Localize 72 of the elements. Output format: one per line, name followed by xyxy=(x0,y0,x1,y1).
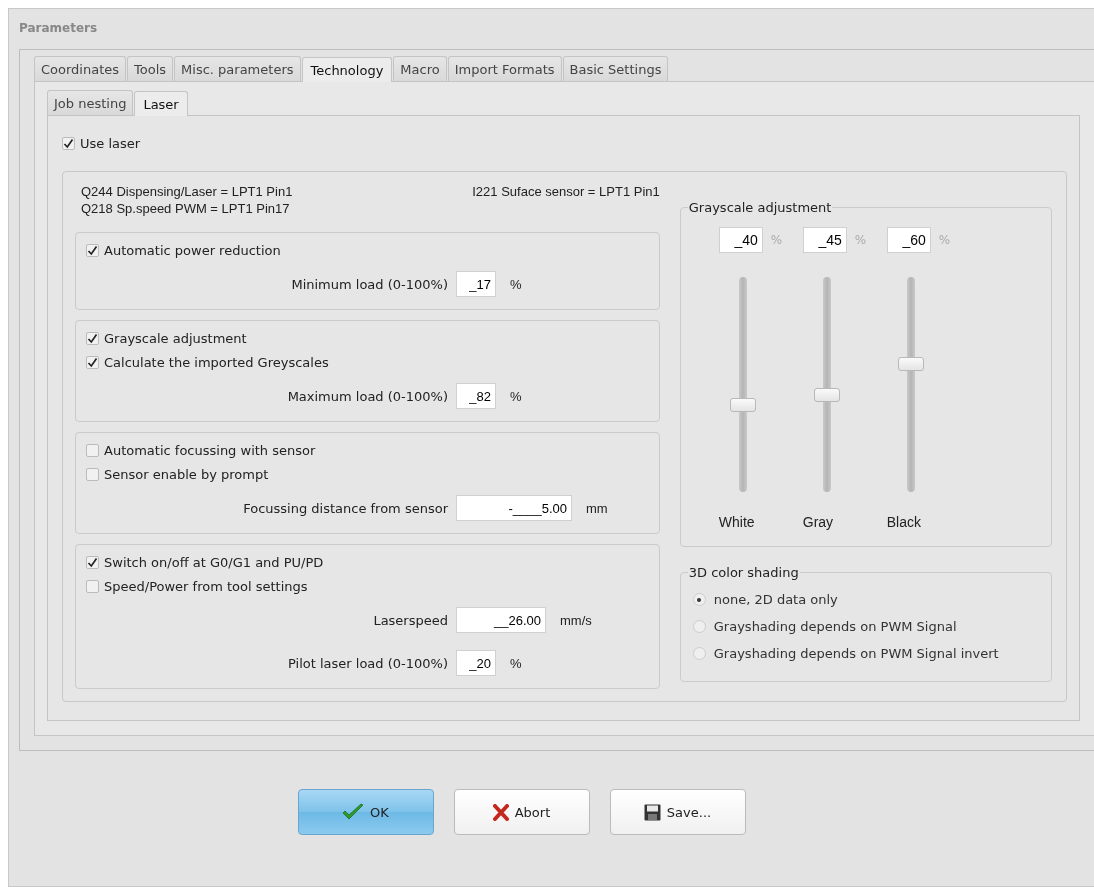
tab[interactable]: Coordinates xyxy=(34,56,127,81)
unit-label: mm/s xyxy=(560,612,592,628)
io-assignment: Q218 Sp.speed PWM = LPT1 Pin17 xyxy=(81,201,291,216)
tab[interactable]: Job nesting xyxy=(47,90,134,115)
io-assignment: Q244 Dispensing/Laser = LPT1 Pin1 xyxy=(81,184,293,199)
checkbox[interactable] xyxy=(86,556,99,569)
io-assignment: I221 Suface sensor = LPT1 Pin1 xyxy=(472,184,660,201)
unit-label: % xyxy=(510,655,522,671)
input-field[interactable]: _60 xyxy=(886,227,931,253)
unit-label: % xyxy=(510,388,522,404)
checkbox[interactable] xyxy=(86,580,99,593)
unit-label: % xyxy=(854,233,867,247)
checkbox[interactable] xyxy=(86,356,99,369)
checkbox[interactable] xyxy=(62,137,75,150)
checkbox-label: Use laser xyxy=(80,136,141,151)
group-title: Grayscale adjustment xyxy=(687,200,833,215)
close-icon xyxy=(492,803,509,821)
checkbox-label: Automatic power reduction xyxy=(104,243,281,258)
tab[interactable]: Tools xyxy=(127,56,174,81)
field-label: Laserspeed xyxy=(372,612,449,628)
field-label: Focussing distance from sensor xyxy=(242,500,449,516)
checkbox-label: Calculate the imported Greyscales xyxy=(104,355,329,370)
checkbox[interactable] xyxy=(86,468,99,481)
radio-label: Grayshading depends on PWM Signal xyxy=(713,619,957,634)
input-field[interactable]: _82 xyxy=(456,383,496,409)
checkbox[interactable] xyxy=(86,244,99,257)
group-title: 3D color shading xyxy=(687,565,800,580)
unit-label: % xyxy=(510,276,522,292)
radio-label: Grayshading depends on PWM Signal invert xyxy=(713,646,999,661)
radio-button[interactable] xyxy=(692,620,706,633)
tab[interactable]: Technology xyxy=(301,57,393,82)
input-field[interactable]: __26.00 xyxy=(456,607,546,633)
slider-thumb[interactable] xyxy=(813,387,840,402)
checkbox[interactable] xyxy=(86,444,99,457)
vertical-slider[interactable] xyxy=(729,277,756,492)
checkbox-label: Sensor enable by prompt xyxy=(104,467,269,482)
radio-button[interactable] xyxy=(692,647,706,660)
window-title: Parameters xyxy=(18,20,99,37)
abort-button[interactable]: Abort xyxy=(453,789,590,835)
tab[interactable]: Misc. parameters xyxy=(174,56,301,81)
input-field[interactable]: -____5.00 xyxy=(456,495,572,521)
slider-thumb[interactable] xyxy=(897,357,924,372)
input-field[interactable]: _40 xyxy=(718,227,763,253)
field-label: Maximum load (0-100%) xyxy=(286,388,449,404)
radio-button[interactable] xyxy=(692,593,706,606)
slider-label: Black xyxy=(886,514,921,530)
checkmark-icon xyxy=(342,803,365,821)
checkbox-label: Automatic focussing with sensor xyxy=(104,443,316,458)
checkbox-label: Grayscale adjustment xyxy=(104,331,247,346)
field-label: Pilot laser load (0-100%) xyxy=(287,655,449,671)
checkbox-label: Switch on/off at G0/G1 and PU/PD xyxy=(104,555,324,570)
radio-label: none, 2D data only xyxy=(713,592,838,607)
tab[interactable]: Import Formats xyxy=(447,56,562,81)
tab[interactable]: Basic Settings xyxy=(562,56,669,81)
tab[interactable]: Macro xyxy=(393,56,447,81)
vertical-slider[interactable] xyxy=(813,277,840,492)
checkbox-label: Speed/Power from tool settings xyxy=(104,579,308,594)
unit-label: mm xyxy=(586,500,608,516)
slider-label: White xyxy=(718,514,755,530)
tab[interactable]: Laser xyxy=(134,91,188,116)
unit-label: % xyxy=(938,233,951,247)
input-field[interactable]: _45 xyxy=(802,227,847,253)
ok-button[interactable]: OK xyxy=(297,789,434,835)
slider-thumb[interactable] xyxy=(729,397,756,412)
field-label: Minimum load (0-100%) xyxy=(290,276,449,292)
slider-label: Gray xyxy=(802,514,834,530)
input-field[interactable]: _17 xyxy=(456,271,496,297)
vertical-slider[interactable] xyxy=(897,277,924,492)
checkbox[interactable] xyxy=(86,332,99,345)
unit-label: % xyxy=(770,233,783,247)
save-button[interactable]: Save... xyxy=(609,789,746,835)
input-field[interactable]: _20 xyxy=(456,650,496,676)
